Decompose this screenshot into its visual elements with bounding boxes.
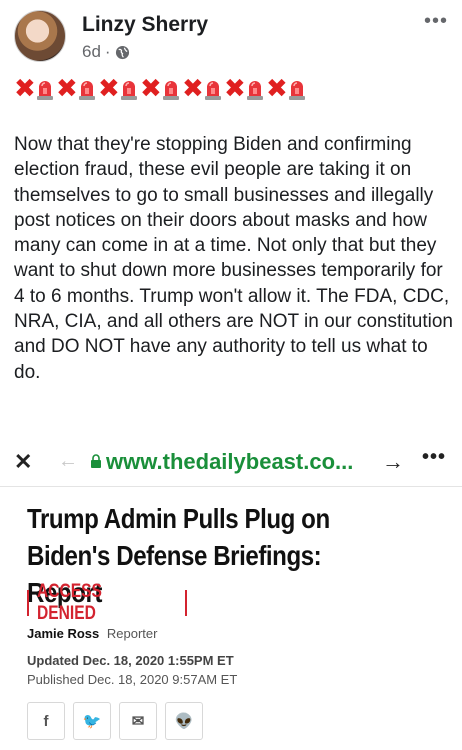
cross-mark-icon: ✖ (14, 74, 36, 104)
post-header: Linzy Sherry 6d · ••• (14, 8, 454, 70)
tag-label[interactable]: ACCESS DENIED (37, 581, 152, 625)
shared-screenshot[interactable]: ✕ ← www.thedailybeast.co... → ••• Trump … (0, 440, 462, 750)
article-tag: ACCESS DENIED (27, 581, 187, 625)
twitter-icon[interactable]: 🐦 (73, 702, 111, 740)
tag-divider-right (185, 590, 187, 616)
lock-icon (91, 454, 101, 468)
cross-mark-icon: ✖ (98, 74, 120, 104)
post-time[interactable]: 6d (82, 42, 101, 62)
siren-icon (205, 81, 221, 100)
author-name[interactable]: Jamie Ross (27, 626, 99, 641)
reddit-icon[interactable]: 👽 (165, 702, 203, 740)
siren-icon (247, 81, 263, 100)
siren-icon (289, 81, 305, 100)
email-icon[interactable]: ✉ (119, 702, 157, 740)
close-icon[interactable]: ✕ (14, 449, 32, 475)
back-arrow-icon[interactable]: ← (58, 450, 78, 473)
siren-icon (121, 81, 137, 100)
url-text[interactable]: www.thedailybeast.co... (106, 449, 353, 475)
article-byline: Jamie Ross Reporter (27, 626, 157, 641)
avatar[interactable] (14, 10, 66, 62)
forward-arrow-icon[interactable]: → (382, 449, 404, 475)
more-options-icon[interactable]: ••• (424, 10, 448, 33)
siren-icon (79, 81, 95, 100)
cross-mark-icon: ✖ (182, 74, 204, 104)
emoji-row: ✖ ✖ ✖ ✖ ✖ ✖ ✖ (14, 76, 307, 102)
author-role: Reporter (106, 626, 158, 641)
share-buttons-row: f 🐦 ✉ 👽 (27, 702, 203, 740)
cross-mark-icon: ✖ (140, 74, 162, 104)
post-meta: 6d · (82, 42, 130, 62)
browser-toolbar: ✕ ← www.thedailybeast.co... → ••• (0, 440, 462, 487)
globe-icon (115, 45, 129, 59)
siren-icon (37, 81, 53, 100)
cross-mark-icon: ✖ (266, 74, 288, 104)
cross-mark-icon: ✖ (224, 74, 246, 104)
cross-mark-icon: ✖ (56, 74, 78, 104)
meta-separator: · (104, 42, 111, 61)
siren-icon (163, 81, 179, 100)
updated-timestamp: Updated Dec. 18, 2020 1:55PM ET (27, 653, 234, 668)
post-body-text: Now that they're stopping Biden and conf… (14, 134, 453, 383)
facebook-icon[interactable]: f (27, 702, 65, 740)
published-timestamp: Published Dec. 18, 2020 9:57AM ET (27, 672, 238, 687)
browser-more-icon[interactable]: ••• (422, 446, 446, 469)
tag-divider-left (27, 590, 29, 616)
post-author-name[interactable]: Linzy Sherry (82, 13, 208, 37)
